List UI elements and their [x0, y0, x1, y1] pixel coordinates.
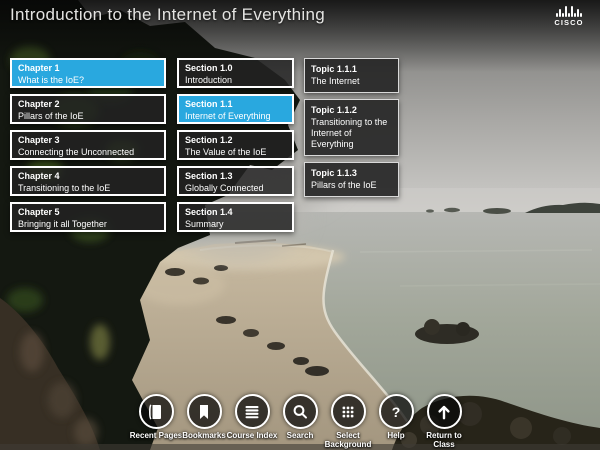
- section-title: Summary: [185, 219, 286, 230]
- topic-label: Topic 1.1.2: [311, 105, 392, 116]
- help-icon: ?: [379, 394, 414, 429]
- topic-label: Topic 1.1.3: [311, 168, 392, 179]
- chapter-item-1[interactable]: Chapter 1 What is the IoE?: [10, 58, 166, 88]
- chapter-item-2[interactable]: Chapter 2 Pillars of the IoE: [10, 94, 166, 124]
- section-item-1-3[interactable]: Section 1.3 Globally Connected: [177, 166, 294, 196]
- section-title: Globally Connected: [185, 183, 286, 194]
- chapter-label: Chapter 4: [18, 171, 158, 182]
- section-item-1-4[interactable]: Section 1.4 Summary: [177, 202, 294, 232]
- cisco-logo: CISCO: [551, 6, 587, 27]
- section-title: The Value of the IoE: [185, 147, 286, 158]
- section-label: Section 1.1: [185, 99, 286, 110]
- return-to-class-button[interactable]: Return to Class: [424, 394, 464, 449]
- section-label: Section 1.2: [185, 135, 286, 146]
- topic-list: Topic 1.1.1 The Internet Topic 1.1.2 Tra…: [304, 58, 399, 197]
- recent-pages-icon: [139, 394, 174, 429]
- select-background-icon: [331, 394, 366, 429]
- page-title: Introduction to the Internet of Everythi…: [10, 5, 325, 25]
- cisco-logo-bars-icon: [551, 6, 587, 17]
- section-label: Section 1.3: [185, 171, 286, 182]
- topic-item-1-1-3[interactable]: Topic 1.1.3 Pillars of the IoE: [304, 162, 399, 197]
- section-item-1-1[interactable]: Section 1.1 Internet of Everything: [177, 94, 294, 124]
- section-label: Section 1.0: [185, 63, 286, 74]
- section-item-1-2[interactable]: Section 1.2 The Value of the IoE: [177, 130, 294, 160]
- section-list: Section 1.0 Introduction Section 1.1 Int…: [177, 58, 294, 232]
- svg-text:?: ?: [392, 403, 401, 419]
- chapter-title: Bringing it all Together: [18, 219, 158, 230]
- chapter-label: Chapter 2: [18, 99, 158, 110]
- topic-title: Transitioning to the Internet of Everyth…: [311, 117, 392, 150]
- help-button[interactable]: ? Help: [376, 394, 416, 449]
- section-title: Introduction: [185, 75, 286, 86]
- chapter-list: Chapter 1 What is the IoE? Chapter 2 Pil…: [10, 58, 166, 232]
- chapter-title: Pillars of the IoE: [18, 111, 158, 122]
- section-item-1-0[interactable]: Section 1.0 Introduction: [177, 58, 294, 88]
- topic-title: Pillars of the IoE: [311, 180, 392, 191]
- chapter-label: Chapter 5: [18, 207, 158, 218]
- topic-label: Topic 1.1.1: [311, 64, 392, 75]
- return-to-class-icon: [427, 394, 462, 429]
- bottom-toolbar: Recent Pages Bookmarks Course Index: [136, 394, 464, 449]
- topic-title: The Internet: [311, 76, 392, 87]
- section-title: Internet of Everything: [185, 111, 286, 122]
- select-background-button[interactable]: Select Background: [328, 394, 368, 449]
- recent-pages-button[interactable]: Recent Pages: [136, 394, 176, 449]
- course-index-icon: [235, 394, 270, 429]
- chapter-title: Transitioning to the IoE: [18, 183, 158, 194]
- topic-item-1-1-1[interactable]: Topic 1.1.1 The Internet: [304, 58, 399, 93]
- chapter-item-4[interactable]: Chapter 4 Transitioning to the IoE: [10, 166, 166, 196]
- chapter-title: What is the IoE?: [18, 75, 158, 86]
- search-button[interactable]: Search: [280, 394, 320, 449]
- bookmarks-button[interactable]: Bookmarks: [184, 394, 224, 449]
- course-navigation-screen: Introduction to the Internet of Everythi…: [0, 0, 600, 450]
- topic-item-1-1-2[interactable]: Topic 1.1.2 Transitioning to the Interne…: [304, 99, 399, 156]
- chapter-item-5[interactable]: Chapter 5 Bringing it all Together: [10, 202, 166, 232]
- chapter-label: Chapter 1: [18, 63, 158, 74]
- section-label: Section 1.4: [185, 207, 286, 218]
- chapter-label: Chapter 3: [18, 135, 158, 146]
- chapter-item-3[interactable]: Chapter 3 Connecting the Unconnected: [10, 130, 166, 160]
- bookmark-icon: [187, 394, 222, 429]
- chapter-title: Connecting the Unconnected: [18, 147, 158, 158]
- cisco-logo-text: CISCO: [551, 18, 587, 27]
- search-icon: [283, 394, 318, 429]
- course-index-button[interactable]: Course Index: [232, 394, 272, 449]
- tool-label: Return to Class: [415, 431, 473, 449]
